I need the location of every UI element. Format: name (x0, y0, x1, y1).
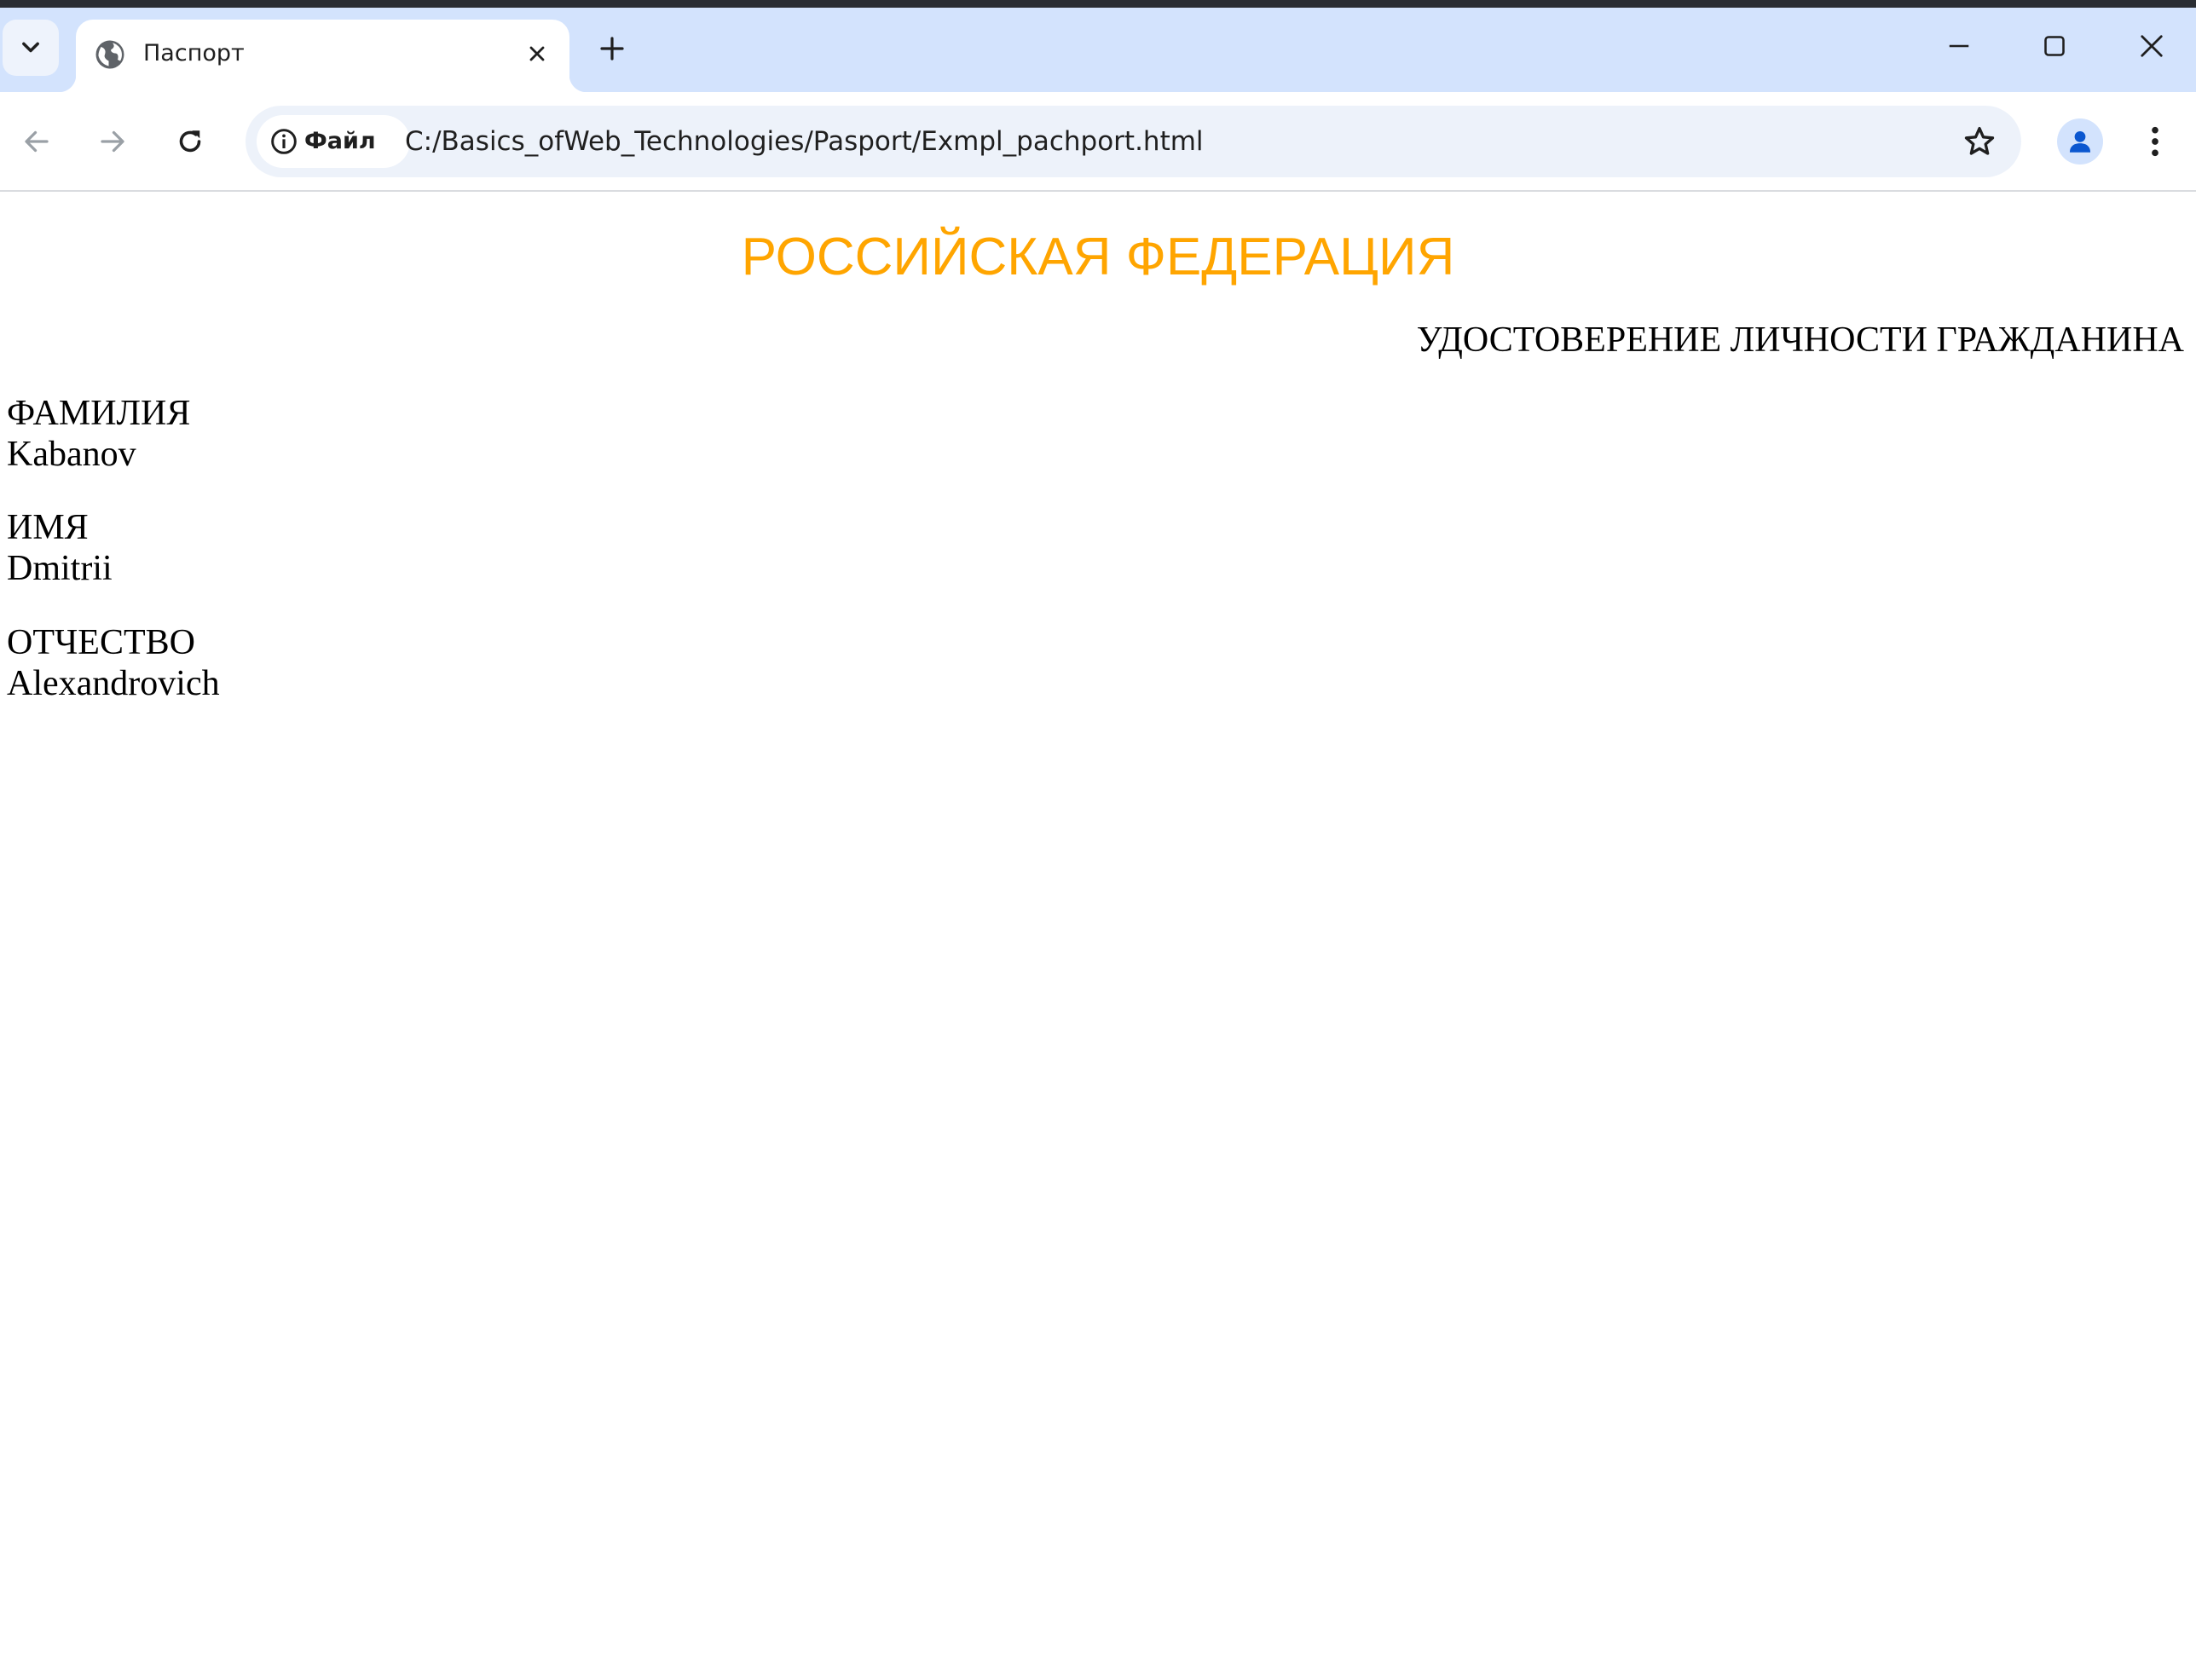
page-heading: РОССИЙСКАЯ ФЕДЕРАЦИЯ (741, 228, 1455, 286)
star-icon (1964, 127, 1995, 155)
minimize-icon (1949, 44, 1969, 48)
field-name: ИМЯ Dmitrii (7, 507, 113, 589)
minimize-button[interactable] (1928, 20, 1990, 72)
tab-bar: Паспорт (0, 8, 2196, 92)
address-bar[interactable]: Файл C:/Basics_ofWeb_Technologies/Paspor… (246, 106, 2021, 177)
kebab-menu-icon (2152, 126, 2158, 157)
page-subheading: УДОСТОВЕРЕНИЕ ЛИЧНОСТИ ГРАЖДАНИНА (1416, 320, 2184, 360)
info-icon (271, 129, 297, 154)
site-info-chip[interactable]: Файл (257, 115, 410, 168)
forward-button[interactable] (87, 116, 138, 167)
close-icon (529, 46, 545, 61)
new-tab-button[interactable] (592, 28, 633, 69)
tab-active[interactable]: Паспорт (59, 20, 587, 92)
maximize-icon (2044, 36, 2065, 56)
field-label: ФАМИЛИЯ (7, 394, 191, 433)
page-content: РОССИЙСКАЯ ФЕДЕРАЦИЯ УДОСТОВЕРЕНИЕ ЛИЧНО… (0, 192, 2196, 1680)
tab-close-button[interactable] (520, 37, 554, 71)
bookmark-button[interactable] (1960, 122, 1999, 161)
browser-menu-button[interactable] (2135, 116, 2175, 167)
window-top-edge (0, 0, 2196, 8)
field-value: Dmitrii (7, 549, 113, 588)
person-icon (2069, 130, 2091, 153)
tab-title: Паспорт (143, 40, 245, 66)
field-patronymic: ОТЧЕСТВО Alexandrovich (7, 622, 220, 704)
maximize-button[interactable] (2024, 20, 2085, 72)
field-surname: ФАМИЛИЯ Kabanov (7, 393, 190, 475)
site-chip-label: Файл (304, 128, 376, 154)
reload-button[interactable] (165, 116, 216, 167)
browser-window: Паспорт Файл C:/Basics_ofWeb_Technologie… (0, 0, 2196, 1680)
tab-search-button[interactable] (3, 20, 59, 76)
back-button[interactable] (11, 116, 62, 167)
globe-icon (95, 40, 124, 69)
field-value: Kabanov (7, 435, 136, 474)
profile-button[interactable] (2057, 118, 2103, 165)
arrow-left-icon (25, 130, 49, 153)
field-label: ИМЯ (7, 508, 89, 547)
plus-icon (600, 37, 624, 61)
chevron-down-icon (22, 42, 39, 53)
field-value: Alexandrovich (7, 664, 220, 703)
reload-icon (179, 130, 201, 153)
arrow-right-icon (101, 130, 124, 153)
browser-toolbar: Файл C:/Basics_ofWeb_Technologies/Paspor… (0, 92, 2196, 192)
url-text[interactable]: C:/Basics_ofWeb_Technologies/Pasport/Exm… (405, 123, 1204, 160)
close-window-button[interactable] (2121, 20, 2182, 72)
field-label: ОТЧЕСТВО (7, 623, 195, 662)
close-icon (2141, 35, 2163, 57)
